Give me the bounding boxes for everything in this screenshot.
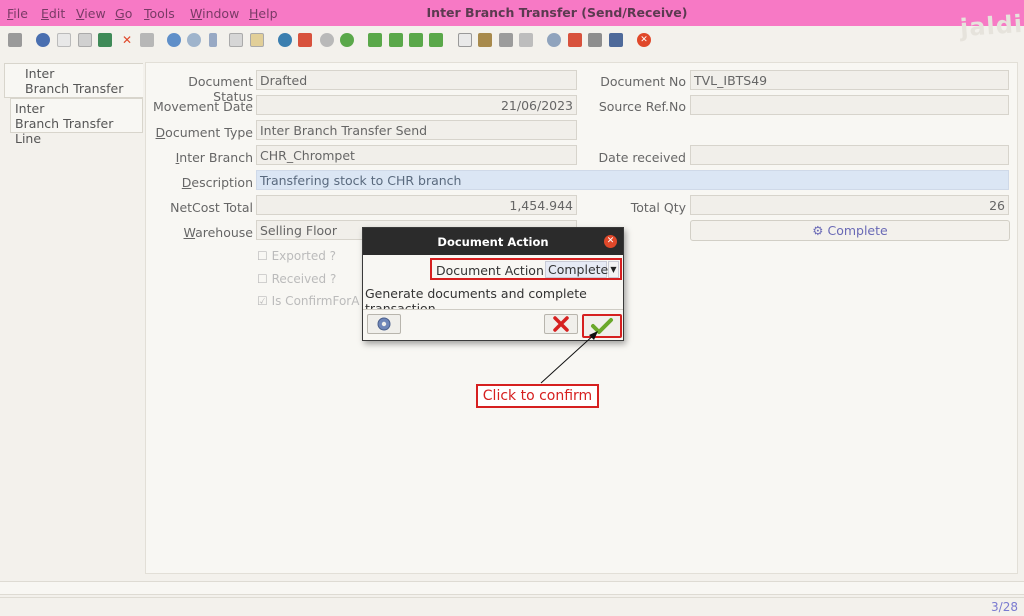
- document-no-field[interactable]: TVL_IBTS49: [690, 70, 1009, 90]
- document-action-dialog: Document Action ✕ Document Action Comple…: [362, 227, 624, 341]
- source-ref-no-field[interactable]: [690, 95, 1009, 115]
- dialog-title: Document Action: [363, 228, 623, 255]
- chat-icon[interactable]: [229, 33, 243, 47]
- exported-label: Exported ?: [271, 249, 337, 263]
- tab-label-line2: Branch Transfer Line: [15, 116, 114, 146]
- divider: [363, 309, 623, 310]
- document-no-label: Document No: [600, 74, 686, 89]
- gear-icon: [377, 317, 391, 331]
- copy-record-icon[interactable]: [78, 33, 92, 47]
- date-received-field[interactable]: [690, 145, 1009, 165]
- grid-toggle-icon[interactable]: [250, 33, 264, 47]
- cancel-button[interactable]: [544, 314, 578, 334]
- inter-branch-label: Inter Branch: [175, 150, 253, 165]
- info-bar: [0, 597, 1024, 616]
- record-count: 3/28: [991, 600, 1018, 614]
- report-icon[interactable]: [458, 33, 472, 47]
- total-qty-field[interactable]: 26: [690, 195, 1009, 215]
- document-status-field[interactable]: Drafted: [256, 70, 577, 90]
- document-type-label: Document Type: [155, 125, 253, 140]
- ok-button[interactable]: [582, 314, 622, 338]
- received-checkbox[interactable]: ☐ Received ?: [257, 272, 336, 286]
- chevron-down-icon[interactable]: ▼: [608, 261, 619, 278]
- delete-icon[interactable]: ✕: [120, 33, 134, 47]
- last-record-icon[interactable]: [429, 33, 443, 47]
- tab-inter-branch-transfer-line[interactable]: Inter Branch Transfer Line: [10, 98, 143, 146]
- refresh-icon[interactable]: [167, 33, 181, 47]
- print-icon[interactable]: [519, 33, 533, 47]
- window-title: Inter Branch Transfer (Send/Receive): [426, 5, 688, 20]
- complete-button-label: Complete: [827, 223, 888, 238]
- jaldi-logo: jaldi: [959, 9, 1024, 43]
- tab-label-line1: Inter: [25, 66, 55, 81]
- action-description: Generate documents and complete transact…: [365, 286, 587, 309]
- movement-date-label: Movement Date: [152, 99, 253, 114]
- gear-icon: ⚙: [812, 223, 824, 238]
- save-icon[interactable]: [98, 33, 112, 47]
- warehouse-label: Warehouse: [183, 225, 253, 240]
- delete-selection-icon[interactable]: [140, 33, 154, 47]
- workflow-icon[interactable]: [568, 33, 582, 47]
- undo-icon[interactable]: [8, 33, 22, 47]
- document-action-label: Document Action: [436, 263, 544, 278]
- print-preview-icon[interactable]: [499, 33, 513, 47]
- document-action-select[interactable]: Complete: [545, 261, 608, 278]
- tab-label-line2: Branch Transfer: [25, 81, 124, 96]
- is-confirm-checkbox[interactable]: ☑ Is ConfirmForA: [257, 294, 359, 308]
- new-record-icon[interactable]: [57, 33, 71, 47]
- exported-checkbox[interactable]: ☐ Exported ?: [257, 249, 336, 263]
- netcost-total-field[interactable]: 1,454.944: [256, 195, 577, 215]
- next-record-icon[interactable]: [409, 33, 423, 47]
- history-icon[interactable]: [278, 33, 292, 47]
- annotation-callout: Click to confirm: [476, 384, 599, 408]
- first-record-icon[interactable]: [368, 33, 382, 47]
- cancel-icon: [553, 316, 569, 332]
- archive-icon[interactable]: [478, 33, 492, 47]
- document-type-field[interactable]: Inter Branch Transfer Send: [256, 120, 577, 140]
- request-icon[interactable]: [588, 33, 602, 47]
- movement-date-field[interactable]: 21/06/2023: [256, 95, 577, 115]
- description-field[interactable]: Transfering stock to CHR branch: [256, 170, 1009, 190]
- status-bar: [0, 581, 1024, 595]
- zoom-across-icon[interactable]: [547, 33, 561, 47]
- home-icon[interactable]: [298, 33, 312, 47]
- inter-branch-field[interactable]: CHR_Chrompet: [256, 145, 577, 165]
- help-icon[interactable]: [36, 33, 50, 47]
- detail-record-icon[interactable]: [340, 33, 354, 47]
- parent-record-icon[interactable]: [320, 33, 334, 47]
- close-icon[interactable]: ✕: [604, 235, 617, 248]
- date-received-label: Date received: [598, 150, 686, 165]
- exit-icon[interactable]: ✕: [637, 33, 651, 47]
- process-button[interactable]: [367, 314, 401, 334]
- product-info-icon[interactable]: [609, 33, 623, 47]
- find-icon[interactable]: [187, 33, 201, 47]
- source-ref-no-label: Source Ref.No: [598, 99, 686, 114]
- netcost-total-label: NetCost Total: [170, 200, 253, 215]
- received-label: Received ?: [271, 272, 337, 286]
- title-bar: File Edit View Go Tools Window Help Inte…: [0, 0, 1024, 26]
- tab-label-line1: Inter: [15, 101, 45, 116]
- document-action-row: Document Action Complete ▼: [430, 258, 622, 280]
- complete-button[interactable]: ⚙ Complete: [690, 220, 1010, 241]
- total-qty-label: Total Qty: [630, 200, 686, 215]
- previous-record-icon[interactable]: [389, 33, 403, 47]
- is-confirm-label: Is ConfirmForA: [271, 294, 360, 308]
- description-label: Description: [181, 175, 253, 190]
- attachment-icon[interactable]: [209, 33, 217, 47]
- checkmark-icon: [591, 318, 613, 334]
- tab-inter-branch-transfer[interactable]: Inter Branch Transfer: [4, 63, 143, 98]
